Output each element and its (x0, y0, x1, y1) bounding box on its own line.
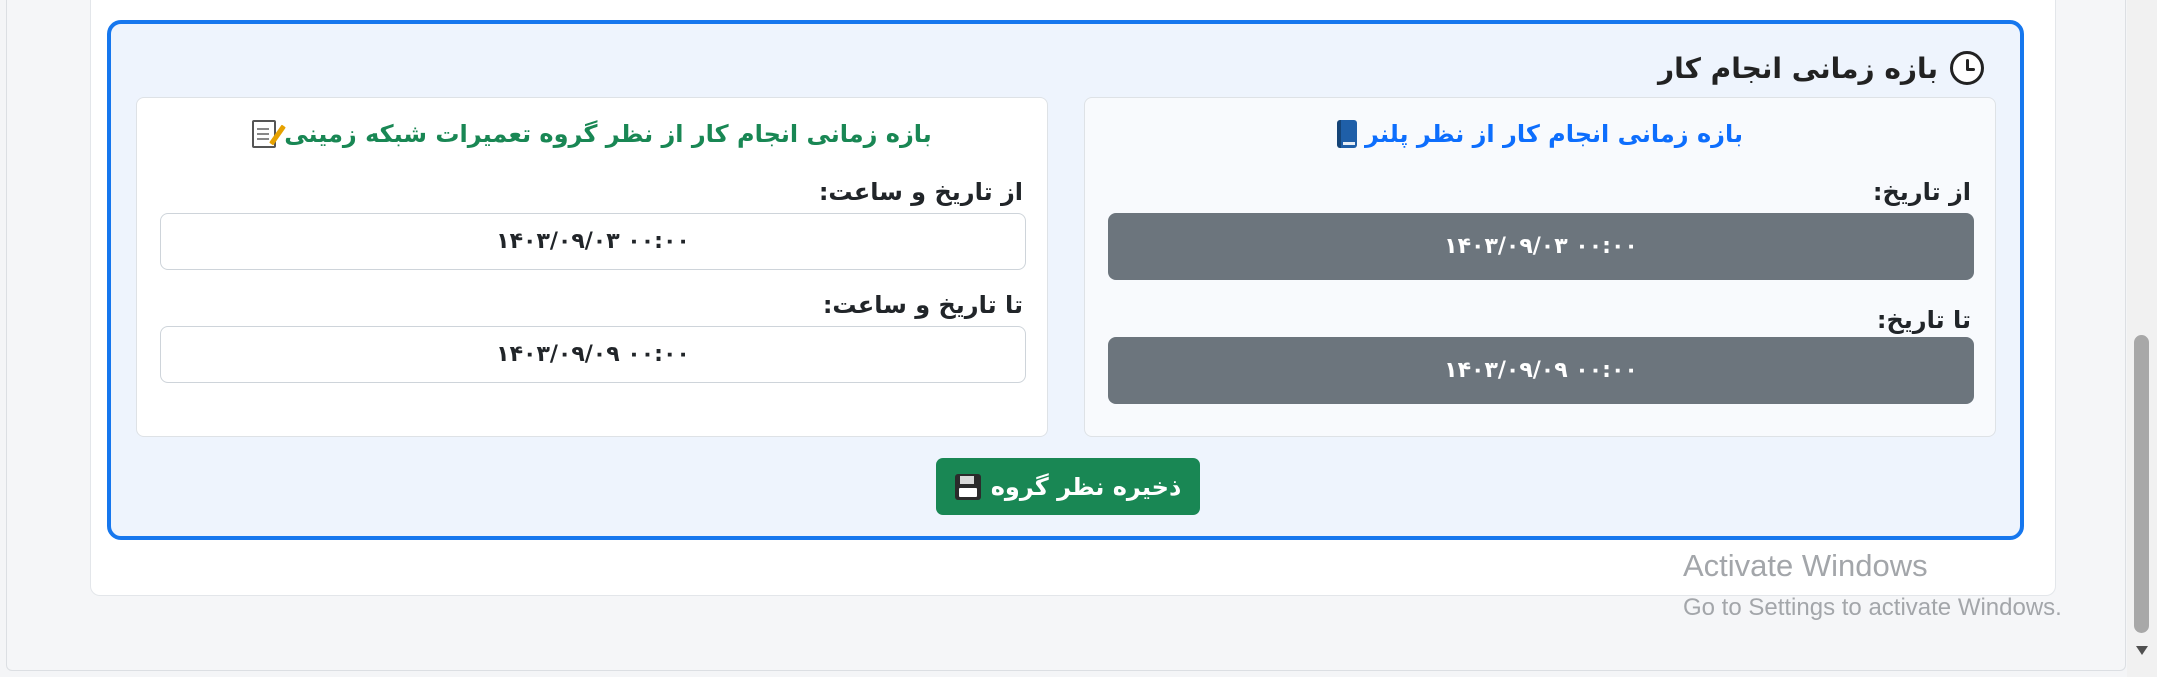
work-period-section: بازه زمانی انجام کار بازه زمانی انجام کا… (107, 20, 2024, 540)
planner-to-label: تا تاریخ: (1876, 306, 1971, 334)
windows-activation-subtitle: Go to Settings to activate Windows. (1683, 594, 2062, 621)
repair-from-label: از تاریخ و ساعت: (818, 178, 1023, 206)
floppy-disk-icon (954, 473, 981, 500)
section-title: بازه زمانی انجام کار (1658, 51, 1938, 85)
planner-from-date-field: ۱۴۰۳/۰۹/۰۳ ۰۰:۰۰ (1108, 213, 1974, 280)
vertical-scrollbar[interactable] (2127, 0, 2157, 677)
planner-to-date-field: ۱۴۰۳/۰۹/۰۹ ۰۰:۰۰ (1108, 337, 1974, 404)
repair-to-datetime-input[interactable]: ۱۴۰۳/۰۹/۰۹ ۰۰:۰۰ (160, 326, 1026, 383)
save-button-label: ذخیره نظر گروه (990, 472, 1182, 501)
repair-panel-title: بازه زمانی انجام کار از نظر گروه تعمیرات… (137, 120, 1047, 148)
windows-activation-title: Activate Windows (1683, 548, 1928, 583)
repair-to-label: تا تاریخ و ساعت: (822, 291, 1023, 319)
planner-panel-title-text: بازه زمانی انجام کار از نظر پلنر (1365, 120, 1743, 148)
repair-from-datetime-input[interactable]: ۱۴۰۳/۰۹/۰۳ ۰۰:۰۰ (160, 213, 1026, 270)
scroll-down-arrow-icon[interactable] (2136, 646, 2148, 655)
repair-group-panel: بازه زمانی انجام کار از نظر گروه تعمیرات… (136, 97, 1048, 437)
book-icon (1337, 120, 1358, 148)
section-header: بازه زمانی انجام کار (1658, 46, 1984, 90)
planner-panel: بازه زمانی انجام کار از نظر پلنر از تاری… (1084, 97, 1996, 437)
clock-icon (1950, 51, 1984, 85)
repair-panel-title-text: بازه زمانی انجام کار از نظر گروه تعمیرات… (284, 120, 932, 148)
scrollbar-thumb[interactable] (2134, 335, 2149, 633)
save-group-opinion-button[interactable]: ذخیره نظر گروه (936, 458, 1200, 515)
planner-from-label: از تاریخ: (1872, 178, 1971, 206)
memo-icon (252, 120, 277, 148)
planner-panel-title: بازه زمانی انجام کار از نظر پلنر (1085, 120, 1995, 148)
